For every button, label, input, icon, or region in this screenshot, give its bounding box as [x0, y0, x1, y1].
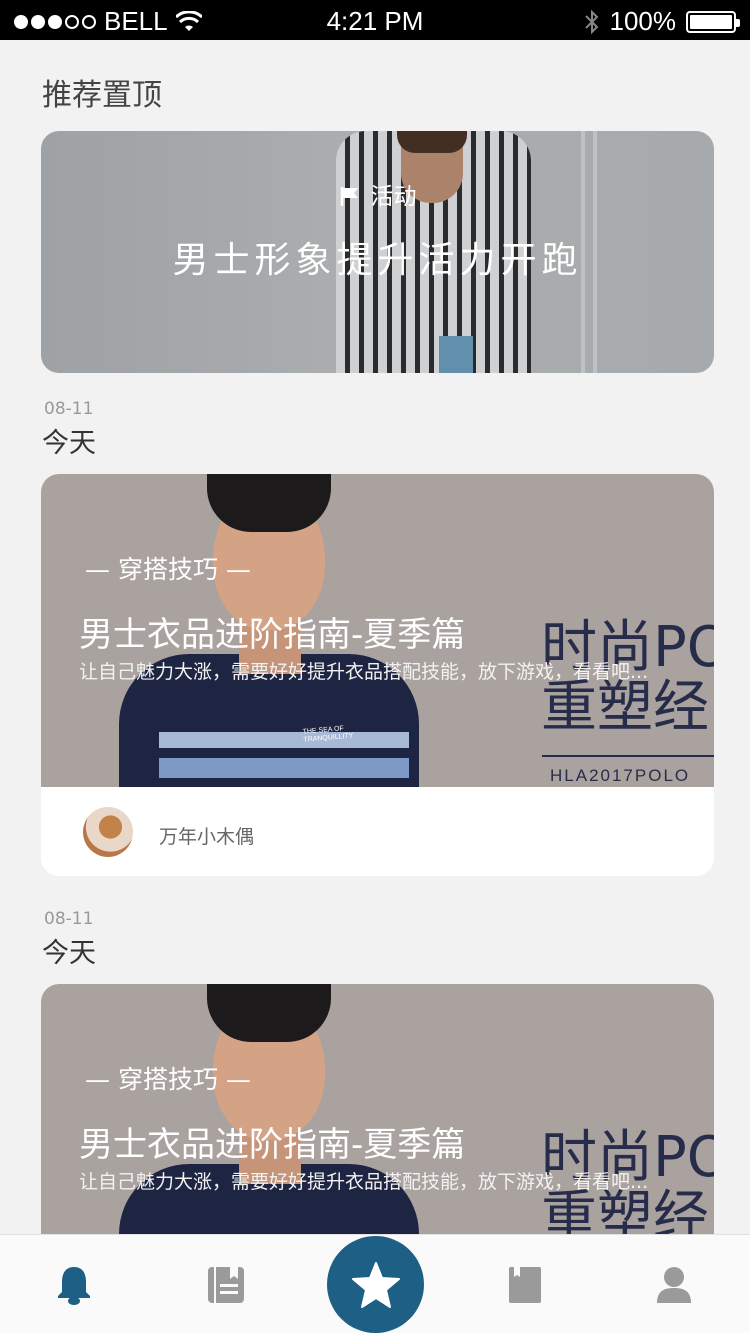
bell-icon — [58, 1266, 90, 1305]
ad-code: HLA2017POLO — [550, 766, 691, 785]
feed-day-label: 今天 — [42, 428, 96, 459]
article-title: 男士衣品进阶指南-夏季篇 — [79, 615, 466, 655]
article-title: 男士衣品进阶指南-夏季篇 — [79, 1125, 466, 1165]
feed-day-label: 今天 — [42, 938, 96, 969]
battery-icon — [686, 10, 740, 33]
star-icon — [351, 1261, 400, 1308]
status-bar: BELL 4:21 PM 100% — [0, 0, 750, 40]
author-avatar[interactable] — [83, 807, 133, 857]
feed-date: 08-11 — [44, 399, 94, 419]
article-category: — 穿搭技巧 — — [85, 555, 251, 584]
bluetooth-icon — [584, 9, 598, 34]
bookmark-book-icon — [509, 1266, 541, 1303]
flag-icon — [340, 187, 358, 206]
tab-notes[interactable] — [176, 1235, 276, 1333]
notebook-icon — [208, 1266, 244, 1303]
tab-favorites[interactable] — [327, 1236, 424, 1333]
section-title-pinned: 推荐置顶 — [42, 78, 162, 113]
article-footer: 万年小木偶 — [41, 787, 714, 876]
author-name[interactable]: 万年小木偶 — [159, 822, 254, 849]
article-card[interactable]: THE SEA OF TRANQUILLITY 时尚PO 重塑经 HLA2017… — [41, 474, 714, 876]
banner-tag-label: 活动 — [370, 184, 417, 210]
status-right: 100% — [584, 6, 740, 37]
article-category: — 穿搭技巧 — — [85, 1065, 251, 1094]
user-icon — [657, 1266, 691, 1303]
battery-percent: 100% — [609, 6, 677, 36]
article-description: 让自己魅力大涨，需要好好提升衣品搭配技能，放下游戏，看看吧... — [79, 661, 649, 683]
featured-banner[interactable]: 活动 男士形象提升活力开跑 — [41, 131, 714, 373]
article-description: 让自己魅力大涨，需要好好提升衣品搭配技能，放下游戏，看看吧... — [79, 1171, 649, 1193]
ad-text-2: 重塑经 — [541, 675, 709, 740]
banner-tag: 活动 — [41, 177, 714, 211]
feed-date: 08-11 — [44, 909, 94, 929]
banner-headline: 男士形象提升活力开跑 — [172, 240, 583, 281]
tab-profile[interactable] — [624, 1235, 724, 1333]
tab-notifications[interactable] — [24, 1235, 124, 1333]
article-cover-image: THE SEA OF TRANQUILLITY 时尚PO 重塑经 HLA2017… — [41, 474, 714, 787]
tab-library[interactable] — [475, 1235, 575, 1333]
